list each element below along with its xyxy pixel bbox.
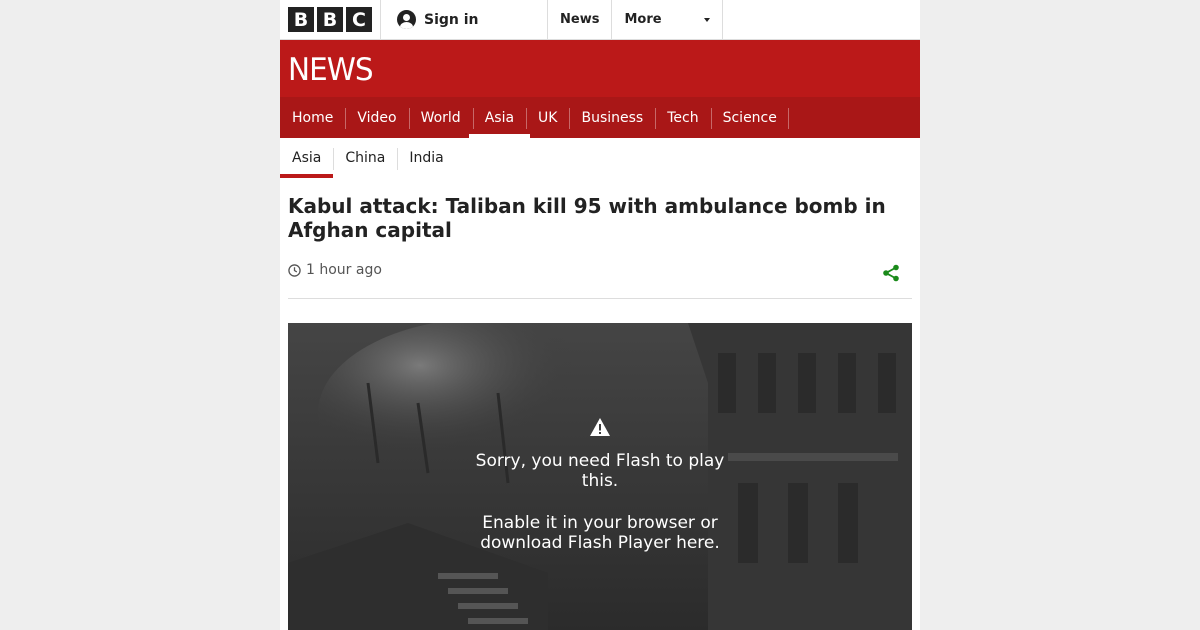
top-nav-more[interactable]: More — [612, 0, 724, 39]
top-bar: B B C Sign in News More — [280, 0, 920, 40]
sub-nav-item-asia[interactable]: Asia — [280, 138, 334, 178]
video-player[interactable]: Sorry, you need Flash to play this. Enab… — [288, 323, 912, 630]
share-icon[interactable] — [882, 264, 900, 282]
nav-item-business[interactable]: Business — [569, 97, 655, 138]
sub-nav-item-china[interactable]: China — [333, 138, 397, 178]
page: B B C Sign in News More NEWS Home Video … — [280, 0, 920, 630]
news-wordmark[interactable]: NEWS — [288, 52, 374, 88]
flash-message-line-2[interactable]: Enable it in your browser or download Fl… — [460, 513, 740, 553]
news-masthead: NEWS — [280, 40, 920, 97]
nav-item-video[interactable]: Video — [345, 97, 408, 138]
top-nav-news[interactable]: News — [548, 0, 613, 39]
secondary-nav: Asia China India — [280, 138, 920, 178]
primary-nav: Home Video World Asia UK Business Tech S… — [280, 97, 920, 138]
bbc-logo-letter: C — [346, 7, 372, 32]
nav-item-asia[interactable]: Asia — [468, 97, 531, 138]
bbc-logo-letter: B — [317, 7, 343, 32]
warning-icon — [590, 418, 610, 436]
sub-nav-item-india[interactable]: India — [397, 138, 455, 178]
clock-icon — [288, 263, 301, 277]
article-headline: Kabul attack: Taliban kill 95 with ambul… — [288, 194, 886, 242]
nav-item-home[interactable]: Home — [280, 97, 345, 138]
nav-item-science[interactable]: Science — [710, 97, 790, 138]
flash-required-message: Sorry, you need Flash to play this. Enab… — [288, 417, 912, 553]
bbc-logo-letter: B — [288, 7, 314, 32]
flash-message-line-1: Sorry, you need Flash to play this. — [475, 451, 725, 491]
top-nav-more-label: More — [624, 12, 662, 27]
article-timestamp: 1 hour ago — [288, 262, 382, 278]
nav-item-world[interactable]: World — [408, 97, 473, 138]
article-meta: 1 hour ago — [288, 262, 912, 299]
caret-down-icon — [704, 17, 711, 22]
sign-in-link[interactable]: Sign in — [381, 0, 548, 39]
sign-in-label: Sign in — [424, 11, 479, 28]
nav-item-tech[interactable]: Tech — [655, 97, 710, 138]
bbc-logo[interactable]: B B C — [280, 0, 381, 39]
top-nav-news-label: News — [560, 12, 600, 27]
nav-item-uk[interactable]: UK — [526, 97, 569, 138]
person-icon — [397, 10, 416, 29]
timestamp-text: 1 hour ago — [306, 262, 382, 278]
